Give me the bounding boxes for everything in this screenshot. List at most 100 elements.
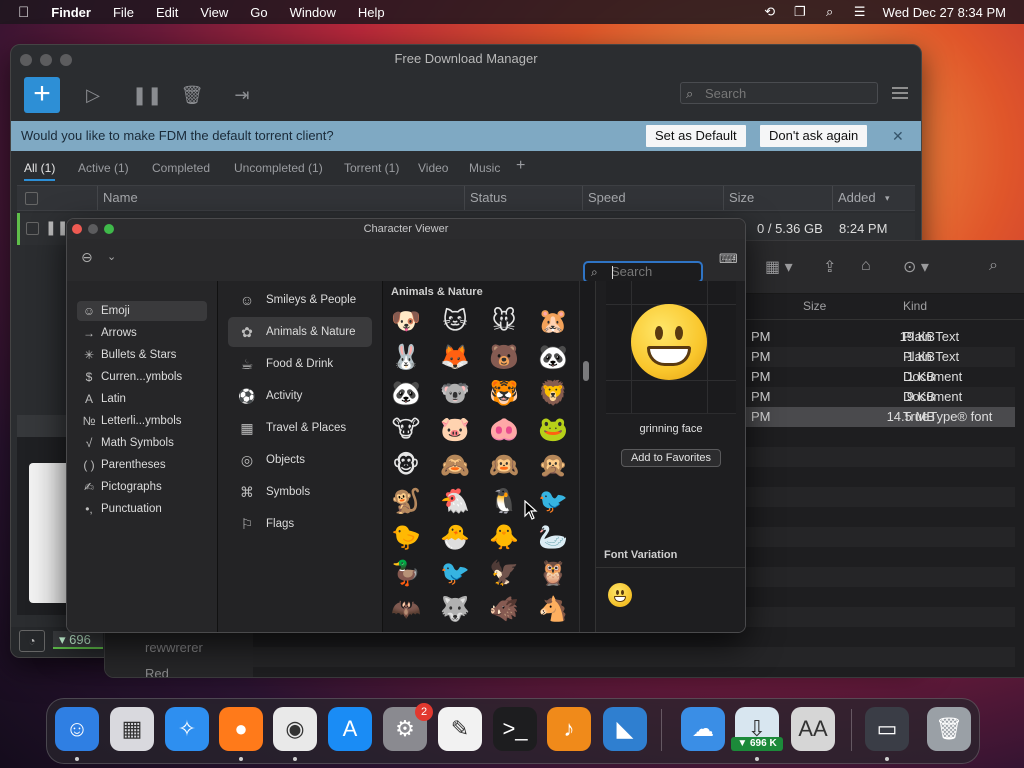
menu-edit[interactable]: Edit (145, 5, 189, 20)
tab-uncompleted[interactable]: Uncompleted (1) (234, 161, 323, 175)
tab-torrent[interactable]: Torrent (1) (344, 161, 399, 175)
finder-search-icon[interactable]: ⌕ (989, 257, 998, 275)
category-latin[interactable]: A Latin (77, 389, 207, 409)
menu-file[interactable]: File (102, 5, 145, 20)
subcategory-symbols[interactable]: ⌘ Symbols (228, 477, 372, 507)
dock-weather-icon[interactable]: ☁ (681, 707, 725, 751)
emoji-cell[interactable]: 🙊 (536, 449, 570, 481)
emoji-cell[interactable]: 🐼 (389, 377, 423, 409)
row-checkbox[interactable] (26, 222, 39, 235)
sidebar-tag-1[interactable]: rewwrerer (145, 640, 203, 655)
dock-trash-icon[interactable]: 🗑 (927, 707, 971, 751)
dock-screen-icon[interactable]: ▭ (865, 707, 909, 751)
emoji-cell[interactable]: 🐻 (487, 341, 521, 373)
menubar-clock[interactable]: Wed Dec 27 8:34 PM (875, 5, 1024, 20)
emoji-cell[interactable]: 🐴 (536, 593, 570, 625)
emoji-cell[interactable]: 🐽 (487, 413, 521, 445)
cv-search-input[interactable]: ⌕ Search (583, 261, 703, 283)
cv-zoom-button[interactable] (104, 224, 114, 234)
subcategory-food-drink[interactable]: ☕ Food & Drink (228, 349, 372, 379)
category-bullets-stars[interactable]: ✳ Bullets & Stars (77, 345, 207, 365)
col-size-header[interactable]: Size (803, 299, 826, 313)
fdm-minimize-button[interactable] (40, 54, 52, 66)
dock-finder-icon[interactable]: ☺ (55, 707, 99, 751)
category-punctuation[interactable]: •, Punctuation (77, 499, 207, 519)
emoji-cell[interactable]: 🐗 (487, 593, 521, 625)
emoji-cell[interactable]: 🐥 (487, 521, 521, 553)
col-status[interactable]: Status (470, 190, 507, 205)
emoji-cell[interactable]: 🐣 (438, 521, 472, 553)
dock-vs-code-icon[interactable]: ◣ (603, 707, 647, 751)
emoji-cell[interactable]: 🦉 (536, 557, 570, 589)
snail-mode-icon[interactable]: ◔ (19, 630, 45, 652)
pause-icon[interactable]: ❚❚ (45, 219, 68, 236)
pause-all-icon[interactable]: ❚❚ (132, 83, 162, 107)
dont-ask-again-button[interactable]: Don't ask again (760, 125, 868, 147)
menu-app-name[interactable]: Finder (40, 5, 102, 20)
emoji-cell[interactable]: 🐵 (389, 449, 423, 481)
emoji-cell[interactable]: 🐰 (389, 341, 423, 373)
col-added[interactable]: Added (838, 190, 876, 205)
emoji-cell[interactable]: 🐧 (487, 485, 521, 517)
emoji-cell[interactable]: 🐤 (389, 521, 423, 553)
category-arrows[interactable]: → Arrows (77, 323, 207, 343)
control-center-icon[interactable]: ☰ (845, 4, 875, 20)
subcategory-activity[interactable]: ⚽ Activity (228, 381, 372, 411)
tab-all[interactable]: All (1) (24, 161, 56, 181)
emoji-cell[interactable]: 🦊 (438, 341, 472, 373)
emoji-cell[interactable]: 🐦 (536, 485, 570, 517)
hamburger-menu-icon[interactable] (892, 87, 908, 101)
grinning-face-variant-icon[interactable] (608, 583, 632, 607)
dock-free-download-manager-icon[interactable]: ⇩ ▼ 696 K (731, 707, 783, 751)
emoji-cell[interactable]: 🐷 (438, 413, 472, 445)
col-kind-header[interactable]: Kind (903, 299, 927, 313)
category-math-symbols[interactable]: √ Math Symbols (77, 433, 207, 453)
tab-completed[interactable]: Completed (152, 161, 210, 175)
emoji-cell[interactable]: 🦢 (536, 521, 570, 553)
move-folder-icon[interactable]: ⇥ (230, 83, 254, 107)
cv-scroll-thumb[interactable] (583, 361, 589, 381)
download-speed-badge[interactable]: ▾ 696 (53, 631, 103, 649)
col-speed[interactable]: Speed (588, 190, 626, 205)
emoji-cell[interactable]: 🐭 (487, 305, 521, 337)
dock-terminal-icon[interactable]: >_ (493, 707, 537, 751)
subcategory-smileys-people[interactable]: ☺ Smileys & People (228, 285, 372, 315)
emoji-cell[interactable]: 🐱 (438, 305, 472, 337)
fdm-close-button[interactable] (20, 54, 32, 66)
dock-chrome-icon[interactable]: ◉ (273, 707, 317, 751)
add-download-button[interactable]: + (24, 77, 60, 113)
emoji-cell[interactable]: 🐦 (438, 557, 472, 589)
cv-minimize-button[interactable] (88, 224, 98, 234)
col-size[interactable]: Size (729, 190, 754, 205)
tag-icon[interactable]: ⌂ (861, 257, 871, 275)
subcategory-travel-places[interactable]: ▦ Travel & Places (228, 413, 372, 443)
chevron-down-icon[interactable]: ⌄ (107, 250, 116, 263)
tab-video[interactable]: Video (418, 161, 448, 175)
spotlight-search-icon[interactable]: ⌕ (815, 4, 845, 20)
screen-share-icon[interactable]: ⟲ (755, 4, 785, 20)
menu-go[interactable]: Go (239, 5, 278, 20)
subcategory-animals-nature[interactable]: ✿ Animals & Nature (228, 317, 372, 347)
emoji-cell[interactable]: 🐔 (438, 485, 472, 517)
category-curren-ymbols[interactable]: $ Curren...ymbols (77, 367, 207, 387)
add-tab-button[interactable]: + (516, 157, 525, 175)
banner-close-icon[interactable]: ✕ (892, 121, 904, 151)
emoji-cell[interactable]: 🐺 (438, 593, 472, 625)
emoji-cell[interactable]: 🐮 (389, 413, 423, 445)
subcategory-objects[interactable]: ◎ Objects (228, 445, 372, 475)
emoji-cell[interactable]: 🦇 (389, 593, 423, 625)
sidebar-tag-2[interactable]: Red (145, 666, 169, 677)
keyboard-view-icon[interactable]: ⌨ (719, 251, 738, 267)
dock-app-store-icon[interactable]: A (328, 707, 372, 751)
menu-view[interactable]: View (189, 5, 239, 20)
category-parentheses[interactable]: ( ) Parentheses (77, 455, 207, 475)
dock-garageband-icon[interactable]: ♪ (547, 707, 591, 751)
tab-active[interactable]: Active (1) (78, 161, 129, 175)
window-icon[interactable]: ❐ (785, 4, 815, 20)
emoji-cell[interactable]: 🐹 (536, 305, 570, 337)
group-view-icon[interactable]: ▦ ▾ (765, 257, 793, 277)
menu-help[interactable]: Help (347, 5, 396, 20)
dock-font-book-icon[interactable]: AA (791, 707, 835, 751)
dock-firefox-icon[interactable]: ● (219, 707, 263, 751)
emoji-cell[interactable]: 🐶 (389, 305, 423, 337)
